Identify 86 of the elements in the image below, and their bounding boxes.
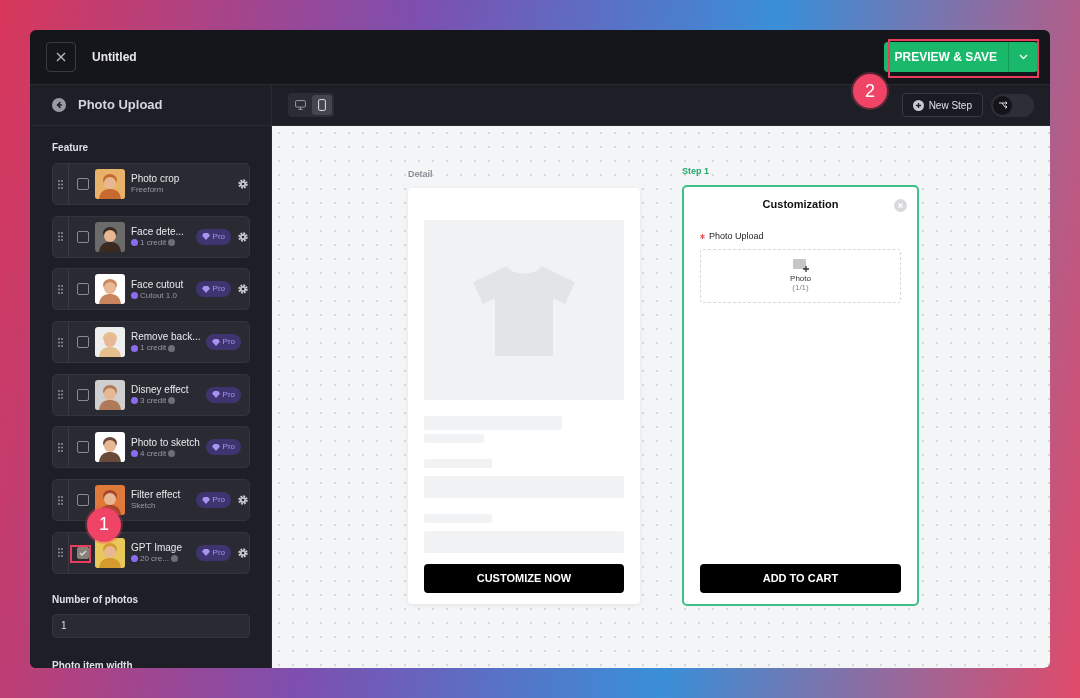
add-to-cart-button[interactable]: ADD TO CART xyxy=(700,563,901,593)
drag-handle-icon[interactable] xyxy=(58,284,63,294)
checkbox[interactable] xyxy=(77,283,89,296)
add-image-icon xyxy=(792,259,809,273)
drag-handle-icon[interactable] xyxy=(58,390,63,400)
pro-badge: Pro xyxy=(195,281,231,298)
feature-name: Disney effect xyxy=(131,383,190,396)
feature-detail: Freeform xyxy=(131,185,164,195)
diamond-icon xyxy=(201,496,210,504)
new-step-button[interactable]: New Step xyxy=(901,93,983,117)
branch-toggle[interactable] xyxy=(991,93,1034,117)
feature-name: Photo crop xyxy=(131,173,181,186)
feature-item[interactable]: Face dete... 1 credit Pro xyxy=(52,215,250,258)
diamond-icon xyxy=(201,549,210,557)
feature-item[interactable]: Photo crop Freeform xyxy=(52,163,250,205)
gear-icon[interactable] xyxy=(237,283,249,296)
drag-handle-icon[interactable] xyxy=(58,232,63,242)
close-icon xyxy=(56,52,66,62)
step-label: Step 1 xyxy=(682,165,710,178)
caret-icon xyxy=(1019,54,1028,60)
drag-handle-icon[interactable] xyxy=(58,337,63,347)
diamond-icon xyxy=(211,338,220,346)
checkbox[interactable] xyxy=(77,388,89,401)
feature-detail: 20 cre... xyxy=(140,554,169,564)
drag-handle-icon[interactable] xyxy=(58,495,63,505)
feature-name: GPT Image xyxy=(131,542,183,554)
plus-icon xyxy=(912,99,924,111)
close-button[interactable] xyxy=(46,42,76,72)
checkbox[interactable] xyxy=(77,178,89,190)
gear-icon[interactable] xyxy=(237,178,249,190)
mobile-view-button[interactable] xyxy=(312,95,332,115)
field-label: Number of photos xyxy=(52,592,140,607)
checkbox[interactable] xyxy=(77,494,89,507)
feature-detail: Sketch xyxy=(131,501,156,511)
pro-badge: Pro xyxy=(195,492,231,509)
number-field[interactable]: 1 xyxy=(52,613,250,638)
feature-name: Face cutout xyxy=(131,278,185,291)
feature-item[interactable]: Face cutout Cutout 1.0 Pro xyxy=(52,268,250,311)
field-label: Photo item width xyxy=(52,658,134,668)
back-icon[interactable] xyxy=(52,98,66,112)
feature-name: Filter effect xyxy=(131,489,182,502)
section-label: Feature xyxy=(52,141,90,155)
column-label: Detail xyxy=(408,168,434,181)
feature-name: Photo to sketch xyxy=(131,436,201,449)
pro-badge: Pro xyxy=(205,439,241,456)
panel-title: Photo Upload xyxy=(78,96,163,115)
diamond-icon xyxy=(211,391,220,399)
checkbox[interactable] xyxy=(77,230,89,243)
diamond-icon xyxy=(201,233,210,241)
pro-badge: Pro xyxy=(195,544,231,561)
checkbox[interactable] xyxy=(77,336,89,349)
feature-detail: 3 credit xyxy=(140,395,167,406)
branch-icon xyxy=(997,101,1008,109)
gear-icon[interactable] xyxy=(237,494,249,507)
drag-handle-icon[interactable] xyxy=(58,442,63,452)
mobile-icon xyxy=(318,99,326,111)
feature-item[interactable]: GPT Image 20 cre... Pro xyxy=(52,531,250,574)
feature-item[interactable]: Disney effect 3 credit Pro xyxy=(52,373,250,416)
card-title: Customization xyxy=(762,197,839,213)
feature-item[interactable]: Remove back... 1 credit Pro xyxy=(52,321,250,364)
upload-label: Photo xyxy=(790,275,811,284)
feature-detail: 1 credit xyxy=(140,237,167,248)
feature-item[interactable]: Photo to sketch 4 credit Pro xyxy=(52,426,250,469)
pro-badge: Pro xyxy=(205,334,241,351)
upload-area[interactable]: Photo (1/1) xyxy=(700,249,901,303)
drag-handle-icon[interactable] xyxy=(58,179,63,189)
drag-handle-icon[interactable] xyxy=(58,548,63,558)
diamond-icon xyxy=(201,285,210,293)
feature-detail: 4 credit xyxy=(140,448,167,459)
pro-badge: Pro xyxy=(195,228,231,245)
feature-detail: 1 credit xyxy=(140,343,167,353)
checkbox[interactable] xyxy=(77,441,89,454)
desktop-icon xyxy=(294,100,306,110)
check-icon xyxy=(79,549,87,556)
pro-badge: Pro xyxy=(205,386,241,403)
field-label: Photo Upload xyxy=(709,229,764,243)
gear-icon[interactable] xyxy=(237,546,249,559)
upload-count: (1/1) xyxy=(792,284,809,293)
document-title: Untitled xyxy=(92,49,137,66)
diamond-icon xyxy=(211,443,220,451)
feature-name: Face dete... xyxy=(131,225,185,238)
callout-marker: 2 xyxy=(853,74,887,108)
customize-now-button[interactable]: CUSTOMIZE NOW xyxy=(424,563,624,593)
gear-icon[interactable] xyxy=(237,230,249,243)
feature-name: Remove back... xyxy=(131,331,202,344)
feature-detail: Cutout 1.0 xyxy=(140,290,177,301)
